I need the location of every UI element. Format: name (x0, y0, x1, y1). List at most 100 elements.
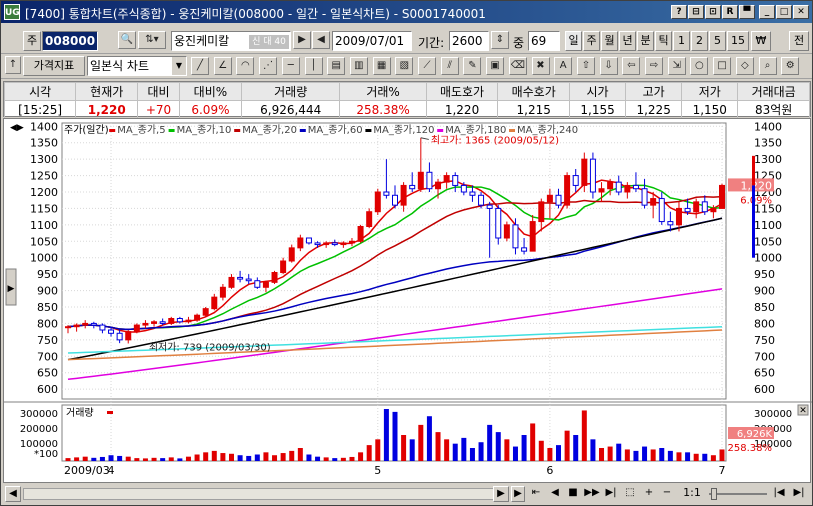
square-icon[interactable]: □ (713, 57, 732, 75)
down-arrow-icon[interactable]: ⇩ (599, 57, 618, 75)
candle-body (194, 314, 201, 321)
period-month-button[interactable]: 월 (601, 31, 618, 51)
candle-body (331, 242, 338, 246)
pencil-icon[interactable]: ✎ (463, 57, 482, 75)
collapse-arrow-icon[interactable]: ↑ (5, 56, 21, 74)
scroll-right-icon[interactable]: ▶ (511, 486, 525, 502)
price-chart[interactable]: 1400 14001350 13501300 13001250 12501200 1200… (4, 119, 812, 484)
right-arrow-icon[interactable]: ⇨ (645, 57, 663, 75)
legend-swatch (168, 129, 175, 132)
price-indicator-button[interactable]: 가격지표 (23, 56, 85, 76)
stock-name: 웅진케미칼 (174, 34, 230, 48)
volume-bar (616, 443, 622, 461)
grid2-icon[interactable]: ▥ (349, 57, 368, 75)
volume-bar (719, 449, 725, 461)
arrow-box-icon[interactable]: ⇲ (667, 57, 686, 75)
scroll-right-small-icon[interactable]: ▶ (493, 486, 509, 502)
left-arrow-icon[interactable]: ⇦ (622, 57, 641, 75)
candle-body (607, 181, 614, 190)
diamond-icon[interactable]: ◇ (735, 57, 754, 75)
up-arrow-icon[interactable]: ⇧ (576, 57, 595, 75)
price-bar-up (752, 155, 755, 186)
angle-icon[interactable]: ∠ (213, 57, 232, 75)
text-icon[interactable]: A (554, 57, 573, 75)
play-prev-icon[interactable]: ◀ (312, 31, 330, 49)
stock-code-input[interactable]: 008000 (42, 31, 98, 51)
candle-body (417, 171, 424, 190)
mid-input[interactable]: 69 (528, 31, 560, 51)
layout2-button[interactable]: ⊡ (705, 5, 721, 19)
interval-15-button[interactable]: 15 (727, 31, 749, 51)
candle-body (641, 188, 648, 206)
delete-icon[interactable]: ✖ (531, 57, 550, 75)
volume-bar (185, 456, 191, 461)
currency-button[interactable]: ₩ (751, 31, 771, 51)
fast-forward-icon[interactable]: ▶▶ (583, 486, 601, 502)
hline-icon[interactable]: ─ (281, 57, 300, 75)
date-input[interactable]: 2009/07/01 (332, 31, 412, 51)
volume-bar (160, 458, 166, 461)
step-back-icon[interactable]: ◀ (547, 486, 563, 502)
stop-icon[interactable]: ■ (565, 486, 581, 502)
refresh-button[interactable]: R (722, 5, 738, 19)
fan-icon[interactable]: ⋰ (259, 57, 278, 75)
last-page-icon[interactable]: ▶| (791, 486, 807, 502)
grid4-icon[interactable]: ▧ (395, 57, 414, 75)
play-next-icon[interactable]: ▶ (293, 31, 311, 49)
volume-tick-right: 300000 (754, 409, 792, 420)
layout1-button[interactable]: ⊟ (688, 5, 704, 19)
zoom-slider-handle[interactable] (711, 488, 717, 500)
first-page-icon[interactable]: |◀ (771, 486, 787, 502)
chart-type-select[interactable]: 일본식 차트 ▼ (87, 56, 187, 76)
interval-5-button[interactable]: 5 (709, 31, 726, 51)
line-icon[interactable]: ╱ (191, 57, 209, 75)
chart-area[interactable]: 1400 1400 1350 1350 1300 1300 1250 1250 1200 1200… (3, 118, 812, 484)
candle-body (245, 278, 252, 282)
volume-bar (676, 452, 682, 461)
vline-icon[interactable]: │ (304, 57, 323, 75)
minimize-button[interactable]: _ (759, 5, 775, 19)
legend-label: MA_종가,10 (177, 124, 232, 136)
zoom-in-icon[interactable]: + (641, 486, 657, 502)
help-button[interactable]: ? (671, 5, 687, 19)
settings-icon[interactable]: ⚙ (781, 57, 800, 75)
market-toggle-button[interactable]: 주 (23, 31, 41, 51)
eraser-icon[interactable]: ⌫ (508, 57, 527, 75)
pin-button[interactable]: ▀ (739, 5, 755, 19)
maximize-button[interactable]: □ (776, 5, 792, 19)
volume-bar (203, 452, 209, 461)
zoom-out-icon[interactable]: − (659, 486, 675, 502)
quote-header-8: 시가 (569, 82, 627, 101)
circle-icon[interactable]: ○ (690, 57, 709, 75)
period-stepper-icon[interactable]: ⇕ (491, 31, 509, 49)
diag-icon[interactable]: ⟋ (418, 57, 436, 75)
period-year-button[interactable]: 년 (619, 31, 636, 51)
period-day-button[interactable]: 일 (565, 31, 582, 51)
grid3-icon[interactable]: ▦ (372, 57, 391, 75)
palette-icon[interactable]: ▣ (486, 57, 505, 75)
scroll-left-icon[interactable]: ◀ (5, 486, 21, 502)
search-icon[interactable]: 🔍 (118, 31, 136, 49)
period-input[interactable]: 2600 (449, 31, 489, 51)
close-button[interactable]: ✕ (793, 5, 809, 19)
period-week-button[interactable]: 주 (583, 31, 600, 51)
zoom-icon[interactable]: ⌕ (758, 57, 777, 75)
scroll-track[interactable] (23, 488, 507, 500)
candle-body (168, 318, 175, 324)
zoom-slider[interactable] (709, 493, 767, 495)
sort-list-icon[interactable]: ⇅▾ (138, 31, 166, 49)
title-bar[interactable]: UG [7400] 통합차트(주식종합) - 웅진케미칼(008000 - 일간… (1, 1, 812, 23)
period-tick-button[interactable]: 틱 (655, 31, 672, 51)
candle-body (219, 286, 226, 298)
grid-icon[interactable]: ▤ (327, 57, 346, 75)
zoom-area-icon[interactable]: ⬚ (621, 486, 639, 502)
parallel-icon[interactable]: ⫽ (440, 57, 459, 75)
step-icon[interactable]: ▶| (603, 486, 619, 502)
arc-icon[interactable]: ◠ (236, 57, 255, 75)
candle-body (185, 319, 192, 323)
interval-2-button[interactable]: 2 (691, 31, 708, 51)
interval-1-button[interactable]: 1 (673, 31, 690, 51)
period-minute-button[interactable]: 분 (637, 31, 654, 51)
replay-icon[interactable]: ⇤ (527, 486, 545, 502)
all-button[interactable]: 전 (789, 31, 809, 51)
